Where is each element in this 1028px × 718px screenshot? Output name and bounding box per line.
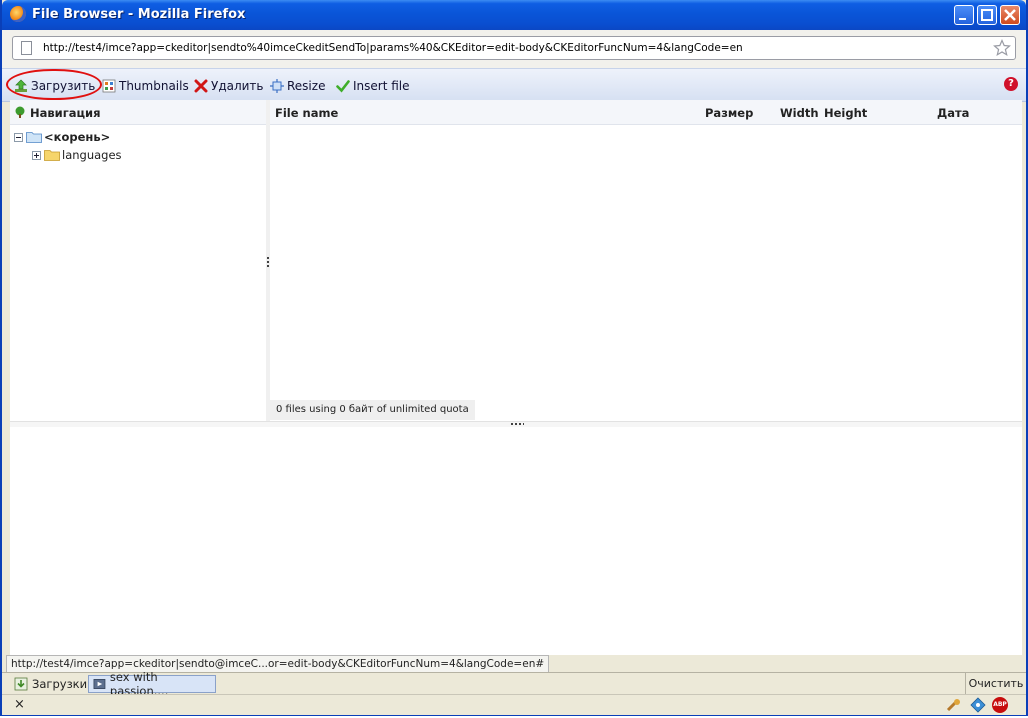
file-list-panel: File name Размер Width Height Дата 0 fil… <box>270 100 1022 422</box>
minimize-icon <box>959 18 966 20</box>
column-date[interactable]: Дата <box>937 106 969 120</box>
close-window-button[interactable] <box>1000 5 1020 25</box>
navigation-bar: http://test4/imce?app=ckeditor|sendto%40… <box>2 30 1026 68</box>
video-file-icon <box>93 679 106 689</box>
quota-status: 0 files using 0 байт of unlimited quota <box>270 400 475 420</box>
upload-button[interactable]: Загрузить <box>14 78 95 94</box>
upload-icon <box>15 79 27 92</box>
tree-item-languages[interactable]: languages <box>32 146 122 164</box>
maximize-button[interactable] <box>977 5 997 25</box>
thumbnails-label: Thumbnails <box>119 79 189 93</box>
preview-panel <box>10 427 1022 655</box>
navigation-header: Навигация <box>10 100 266 125</box>
tree-icon <box>15 106 25 118</box>
expand-icon[interactable] <box>32 150 41 160</box>
insert-file-label: Insert file <box>353 79 410 93</box>
folder-open-icon <box>26 132 42 143</box>
addon-compass-icon[interactable] <box>970 697 986 713</box>
delete-icon <box>194 79 208 93</box>
tree-root[interactable]: <корень> <box>14 128 110 146</box>
column-height[interactable]: Height <box>824 106 867 120</box>
folder-icon <box>44 150 60 161</box>
status-bar: × ABP <box>2 694 1026 715</box>
downloads-bar: Загрузки sex with passion.... Очистить <box>2 670 1026 698</box>
insert-file-button[interactable]: Insert file <box>336 78 410 94</box>
firefox-icon <box>10 6 26 22</box>
column-size[interactable]: Размер <box>705 106 753 120</box>
bookmark-star-icon[interactable] <box>993 39 1011 57</box>
close-icon <box>1004 9 1016 21</box>
downloads-label: Загрузки <box>32 677 88 691</box>
downloads-button[interactable]: Загрузки <box>10 675 91 693</box>
thumbnails-icon <box>102 79 116 93</box>
resize-icon <box>270 79 284 93</box>
title-bar: File Browser - Mozilla Firefox <box>2 0 1026 30</box>
thumbnails-button[interactable]: Thumbnails <box>102 78 189 94</box>
tree-root-label[interactable]: <корень> <box>44 130 110 144</box>
close-downloads-icon[interactable]: × <box>14 697 25 712</box>
downloads-icon <box>14 677 28 691</box>
maximize-icon <box>981 9 993 21</box>
link-status: http://test4/imce?app=ckeditor|sendto@im… <box>6 655 550 673</box>
help-icon[interactable]: ? <box>1004 77 1018 91</box>
resize-label: Resize <box>287 79 326 93</box>
tree-item-label[interactable]: languages <box>62 148 122 162</box>
addon-tool-icon[interactable] <box>946 697 962 713</box>
file-browser-main: Навигация <корень> languages File name Р… <box>10 100 1022 422</box>
imce-toolbar: Загрузить Thumbnails Удалить Resize Inse… <box>2 68 1026 102</box>
adblock-icon[interactable]: ABP <box>992 697 1008 713</box>
delete-label: Удалить <box>211 79 264 93</box>
resize-button[interactable]: Resize <box>270 78 325 94</box>
download-item[interactable]: sex with passion.... <box>88 670 216 698</box>
collapse-icon[interactable] <box>14 132 23 142</box>
column-width[interactable]: Width <box>780 106 819 120</box>
window-title: File Browser - Mozilla Firefox <box>32 7 246 22</box>
page-icon <box>21 41 32 55</box>
url-text[interactable]: http://test4/imce?app=ckeditor|sendto%40… <box>43 42 743 54</box>
upload-label: Загрузить <box>31 79 96 93</box>
navigation-title: Навигация <box>30 106 101 120</box>
splitter-grip-icon <box>267 256 269 268</box>
checkmark-icon <box>336 80 350 93</box>
column-file-name[interactable]: File name <box>275 106 338 120</box>
browser-window: File Browser - Mozilla Firefox http://te… <box>0 0 1028 716</box>
file-list-header: File name Размер Width Height Дата <box>270 100 1022 125</box>
delete-button[interactable]: Удалить <box>194 78 264 94</box>
clear-downloads-button[interactable]: Очистить <box>965 673 1026 695</box>
splitter-grip-icon <box>510 423 524 425</box>
minimize-button[interactable] <box>954 5 974 25</box>
address-bar[interactable]: http://test4/imce?app=ckeditor|sendto%40… <box>12 36 1016 60</box>
